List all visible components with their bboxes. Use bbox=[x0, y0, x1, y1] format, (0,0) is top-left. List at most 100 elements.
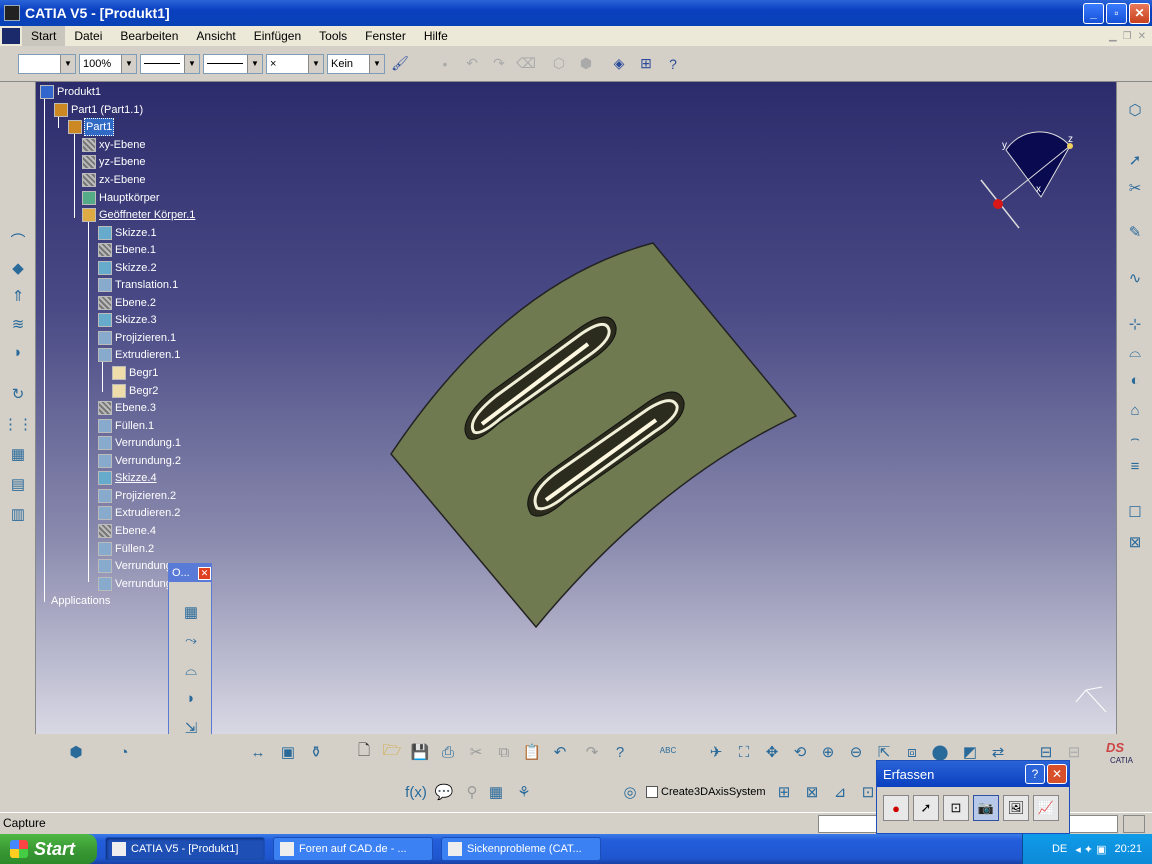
fit-all-icon[interactable]: ⛶ bbox=[732, 740, 756, 764]
menu-ansicht[interactable]: Ansicht bbox=[187, 26, 244, 46]
task-catia[interactable]: CATIA V5 - [Produkt1] bbox=[105, 837, 265, 861]
status-button[interactable] bbox=[1123, 815, 1145, 833]
tree-node-open-body[interactable]: Geöffneter Körper.1 bbox=[82, 207, 196, 223]
comment-icon[interactable]: 💬 bbox=[432, 780, 456, 804]
axis-system-icon[interactable]: ◎ bbox=[618, 780, 642, 804]
tree-node-zx-plane[interactable]: zx-Ebene bbox=[82, 172, 146, 188]
tree-node-sketch3[interactable]: Skizze.3 bbox=[98, 312, 158, 328]
camera-icon[interactable]: 📷 bbox=[973, 795, 999, 821]
tree-node-extrude2[interactable]: Extrudieren.2 bbox=[98, 505, 181, 521]
zoom-combo[interactable]: 100% ▼ bbox=[79, 53, 137, 74]
color-combo[interactable]: ▼ bbox=[18, 53, 76, 74]
undo-icon[interactable]: ↶ bbox=[548, 740, 572, 764]
menu-start[interactable]: Start bbox=[22, 26, 66, 46]
doc-close-icon[interactable]: ✕ bbox=[1138, 31, 1146, 42]
tree-node-limit2[interactable]: Begr2 bbox=[112, 383, 159, 399]
multi-view-icon[interactable]: ⊞ bbox=[634, 52, 658, 76]
box-icon[interactable]: ☐ bbox=[1123, 500, 1147, 524]
task-browser-sicken[interactable]: Sickenprobleme (CAT... bbox=[441, 837, 601, 861]
layer-combo[interactable]: Kein ▼ bbox=[327, 53, 385, 74]
tree-node-plane1[interactable]: Ebene.1 bbox=[98, 242, 157, 258]
workbench-icon[interactable]: ⬡ bbox=[1123, 98, 1147, 122]
tree-node-fill2[interactable]: Füllen.2 bbox=[98, 541, 155, 557]
tree-node-xy-plane[interactable]: xy-Ebene bbox=[82, 137, 146, 153]
tree-node-main-body[interactable]: Hauptkörper bbox=[82, 190, 161, 206]
tree-node-translation1[interactable]: Translation.1 bbox=[98, 277, 179, 293]
measure-icon[interactable]: ↔ bbox=[246, 740, 270, 764]
menu-datei[interactable]: Datei bbox=[65, 26, 111, 46]
menu-bearbeiten[interactable]: Bearbeiten bbox=[111, 26, 187, 46]
split-icon[interactable]: ⌢ bbox=[1123, 426, 1147, 450]
menu-einfuegen[interactable]: Einfügen bbox=[245, 26, 310, 46]
tree-node-part1[interactable]: Part1 bbox=[68, 118, 115, 136]
shape-fillet-icon[interactable]: ◗ bbox=[179, 686, 203, 710]
print-icon[interactable]: ⎙ bbox=[436, 740, 460, 764]
compass[interactable] bbox=[980, 131, 1073, 229]
spline-icon[interactable]: ∿ bbox=[1123, 266, 1147, 290]
redo-icon[interactable]: ↷ bbox=[580, 740, 604, 764]
language-indicator[interactable]: DE bbox=[1052, 843, 1067, 855]
zoom-in-icon[interactable]: ⊕ bbox=[816, 740, 840, 764]
tree-node-plane2[interactable]: Ebene.2 bbox=[98, 295, 157, 311]
wire-box-icon[interactable]: ⊠ bbox=[1123, 530, 1147, 554]
tree-node-plane3[interactable]: Ebene.3 bbox=[98, 400, 157, 416]
view-icon[interactable]: ⬢ bbox=[64, 740, 88, 764]
knowledge-icon[interactable]: ⚘ bbox=[512, 780, 536, 804]
curve-extract-icon[interactable]: ⤳ bbox=[179, 628, 203, 652]
record-icon[interactable]: ● bbox=[883, 795, 909, 821]
fill-surface-icon[interactable]: ◆ bbox=[6, 256, 30, 280]
offset-surface-icon[interactable]: ⌓ bbox=[179, 658, 203, 682]
doc-minimize-icon[interactable]: ▁ bbox=[1109, 31, 1117, 42]
law-icon[interactable]: ▦ bbox=[6, 442, 30, 466]
tree-node-fillet1[interactable]: Verrundung.1 bbox=[98, 435, 182, 451]
loft-icon[interactable]: ⌂ bbox=[1123, 398, 1147, 422]
zoom-out-icon[interactable]: ⊖ bbox=[844, 740, 868, 764]
help-button[interactable]: ? bbox=[1025, 764, 1045, 784]
point-type-combo[interactable]: × ▼ bbox=[266, 53, 324, 74]
whats-this-icon[interactable]: ? bbox=[661, 52, 685, 76]
rotate-icon[interactable]: ⟲ bbox=[788, 740, 812, 764]
fillet-icon[interactable]: ◗ bbox=[6, 340, 30, 364]
join-heal-icon[interactable]: ▦ bbox=[179, 600, 203, 624]
capture-close-button[interactable]: ✕ bbox=[1047, 764, 1067, 784]
floating-toolbar-close-button[interactable]: ✕ bbox=[198, 566, 211, 580]
whats-this-icon[interactable]: ? bbox=[608, 740, 632, 764]
line-type-combo[interactable]: ▼ bbox=[203, 53, 263, 74]
new-file-icon[interactable]: 🗋 bbox=[352, 740, 376, 764]
tree-node-plane4[interactable]: Ebene.4 bbox=[98, 523, 157, 539]
analysis-icon[interactable]: ▥ bbox=[6, 502, 30, 526]
tree-node-projection1[interactable]: Projizieren.1 bbox=[98, 330, 177, 346]
chart-capture-icon[interactable]: 📈 bbox=[1033, 795, 1059, 821]
blend-icon[interactable]: ◐ bbox=[1123, 368, 1147, 392]
tree-node-fillet4[interactable]: Verrundung bbox=[98, 576, 173, 592]
paste-icon[interactable]: 📋 bbox=[520, 740, 544, 764]
maximize-button[interactable]: ▫ bbox=[1106, 2, 1127, 24]
select-arrow-icon[interactable]: ➚ bbox=[1123, 148, 1147, 172]
render-icon[interactable]: ◔ bbox=[112, 740, 136, 764]
join-icon[interactable]: ≡ bbox=[1123, 454, 1147, 478]
grid-pattern-icon[interactable]: ⋮⋮ bbox=[3, 412, 33, 436]
close-button[interactable]: ✕ bbox=[1129, 2, 1150, 24]
image-album-icon[interactable]: 🖼 bbox=[1003, 795, 1029, 821]
open-file-icon[interactable]: 🗁 bbox=[380, 740, 404, 764]
fly-icon[interactable]: ✈ bbox=[704, 740, 728, 764]
minimize-button[interactable]: _ bbox=[1083, 2, 1104, 24]
tray-icons[interactable]: ◂ ✦ ▣ bbox=[1075, 843, 1106, 856]
capture-options-icon[interactable]: ⊡ bbox=[943, 795, 969, 821]
create-3d-axis-checkbox[interactable] bbox=[646, 786, 658, 799]
tools-icon[interactable]: ✂ bbox=[1123, 176, 1147, 200]
inertia-icon[interactable]: ▣ bbox=[276, 740, 300, 764]
tree-node-applications[interactable]: Applications bbox=[50, 593, 111, 609]
copy-icon[interactable]: ⧉ bbox=[492, 740, 516, 764]
menu-fenster[interactable]: Fenster bbox=[356, 26, 415, 46]
start-button[interactable]: Start bbox=[0, 834, 97, 864]
tree-node-fillet2[interactable]: Verrundung.2 bbox=[98, 453, 182, 469]
tree-node-projection2[interactable]: Projizieren.2 bbox=[98, 488, 177, 504]
tree-node-sketch4[interactable]: Skizze.4 bbox=[98, 470, 158, 486]
constraint-icon[interactable]: ⊿ bbox=[828, 780, 852, 804]
offset-icon[interactable]: ≋ bbox=[6, 312, 30, 336]
sweep-icon[interactable]: ⌓ bbox=[1123, 340, 1147, 364]
snap-icon[interactable]: ⊠ bbox=[800, 780, 824, 804]
spell-check-icon[interactable]: ABC bbox=[656, 738, 680, 762]
create-3d-axis-toggle[interactable]: Create3DAxisSystem bbox=[646, 786, 766, 799]
